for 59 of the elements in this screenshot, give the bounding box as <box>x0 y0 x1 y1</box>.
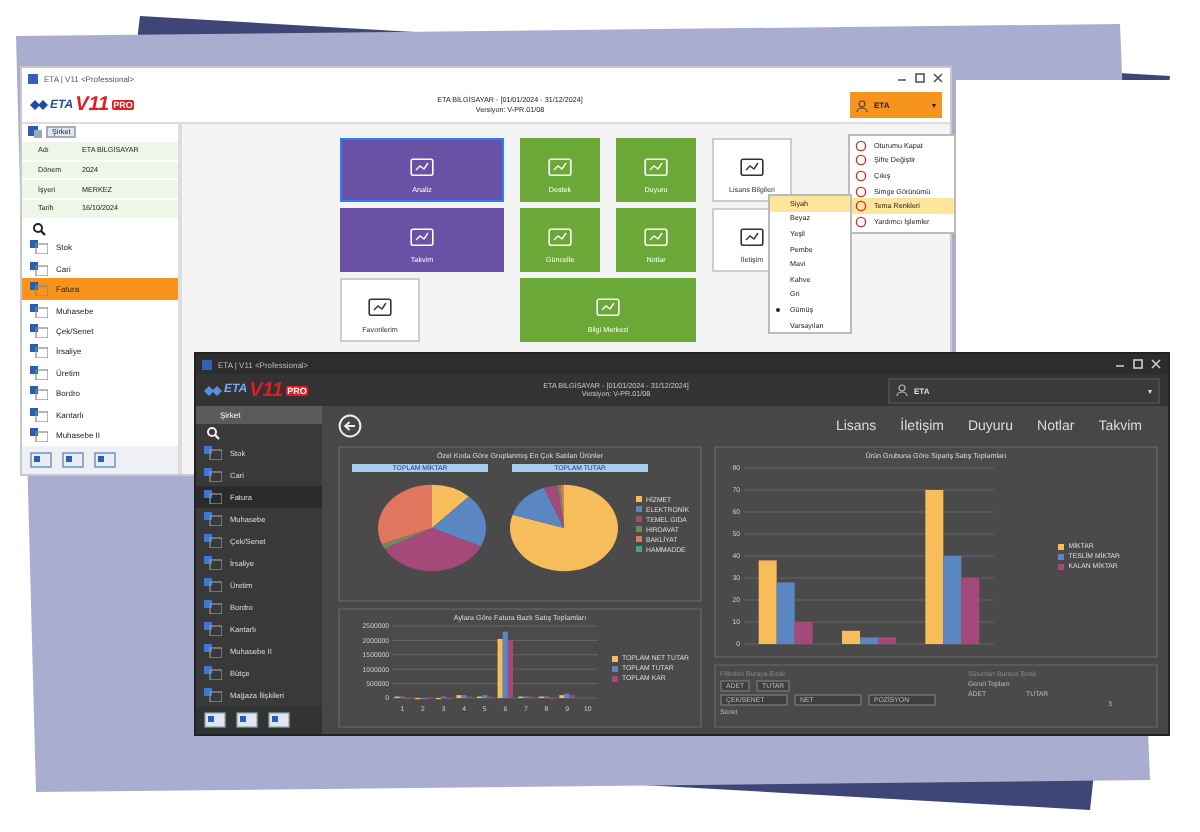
module-icon <box>204 578 222 592</box>
maximize-icon[interactable] <box>914 72 926 84</box>
chart-icon <box>740 228 764 248</box>
tree-node-icon <box>28 126 42 139</box>
module-icon <box>30 240 48 255</box>
module-icon <box>30 282 48 297</box>
chart-icon <box>410 228 434 248</box>
module-icon <box>30 365 48 380</box>
module-icon <box>204 600 222 614</box>
view-icon[interactable] <box>30 452 52 469</box>
module-icon <box>30 428 48 443</box>
view-icon[interactable] <box>268 712 290 728</box>
version-label: V11 <box>75 94 110 116</box>
legend-swatch <box>1058 543 1065 549</box>
module-icon <box>204 688 222 702</box>
view-icon[interactable] <box>204 712 226 728</box>
search-icon[interactable] <box>32 221 46 236</box>
chart-icon <box>740 158 764 178</box>
app-icon <box>202 359 212 369</box>
chart-icon <box>644 158 668 178</box>
module-icon <box>30 407 48 422</box>
legend-swatch <box>612 655 618 661</box>
chart-icon <box>596 298 620 318</box>
view-icon[interactable] <box>94 452 116 469</box>
module-icon <box>204 556 222 570</box>
chart-icon <box>410 158 434 178</box>
back-icon[interactable] <box>338 414 362 438</box>
legend-swatch <box>612 665 618 671</box>
module-icon <box>204 666 222 680</box>
view-icon[interactable] <box>236 712 258 728</box>
close-icon[interactable] <box>932 72 944 84</box>
module-icon <box>30 344 48 359</box>
module-icon <box>204 644 222 658</box>
module-icon <box>30 324 48 339</box>
user-icon <box>896 384 908 396</box>
user-icon <box>856 99 868 111</box>
legend-swatch <box>1058 563 1065 569</box>
module-icon <box>204 622 222 636</box>
chart-icon <box>548 158 572 178</box>
logo-icon <box>30 98 48 112</box>
chart-icon <box>368 298 392 318</box>
module-icon <box>30 303 48 318</box>
app-icon <box>28 73 38 83</box>
chart-bar <box>758 560 777 644</box>
module-icon <box>30 261 48 276</box>
module-icon <box>204 512 222 526</box>
logo-icon <box>204 383 222 397</box>
module-icon <box>204 468 222 482</box>
module-icon <box>204 446 222 460</box>
module-icon <box>204 534 222 548</box>
chart-icon <box>548 228 572 248</box>
chart-bar <box>961 578 980 644</box>
chart-icon <box>644 228 668 248</box>
module-icon <box>30 386 48 401</box>
version-label: V11 <box>249 379 284 401</box>
legend-swatch <box>612 675 618 681</box>
module-icon <box>204 490 222 504</box>
view-icon[interactable] <box>62 452 84 469</box>
legend-swatch <box>1058 553 1065 559</box>
